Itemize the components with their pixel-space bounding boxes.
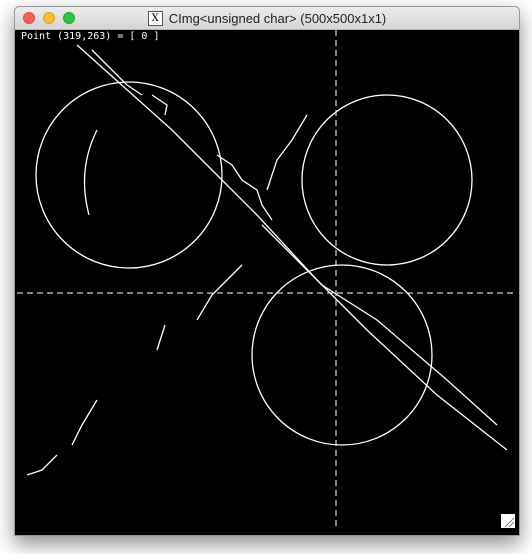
window-title: CImg<unsigned char> (500x500x1x1) (168, 10, 387, 26)
edge-lower-diag-4 (26, 454, 58, 476)
edge-lines (26, 44, 508, 476)
edge-center-noise (216, 154, 273, 221)
x11-icon: X (147, 10, 163, 26)
edge-image (17, 30, 517, 530)
edge-lower-diag-3 (71, 399, 98, 446)
edge-lower-diag-2 (156, 324, 166, 351)
edge-diagonal-main (76, 44, 508, 451)
edge-inner-arc (83, 129, 98, 216)
edge-top-stroke (91, 49, 143, 96)
resize-grip-icon[interactable] (501, 514, 515, 528)
cimg-window: X CImg<unsigned char> (500x500x1x1) Poin… (14, 6, 520, 536)
image-canvas[interactable]: Point (319,263) = [ 0 ] (17, 30, 517, 530)
edge-circle-top-right (301, 94, 473, 266)
edge-circle-top-left (35, 81, 223, 269)
edge-circle-bottom (251, 264, 433, 446)
edge-diagonal-parallel (261, 224, 498, 426)
crosshair (17, 30, 517, 530)
edge-top-blob (151, 94, 168, 116)
pixel-readout: Point (319,263) = [ 0 ] (21, 31, 160, 42)
title-bar[interactable]: X CImg<unsigned char> (500x500x1x1) (15, 7, 519, 30)
title-group: X CImg<unsigned char> (500x500x1x1) (15, 7, 519, 29)
edge-center-noise-2 (266, 114, 308, 191)
